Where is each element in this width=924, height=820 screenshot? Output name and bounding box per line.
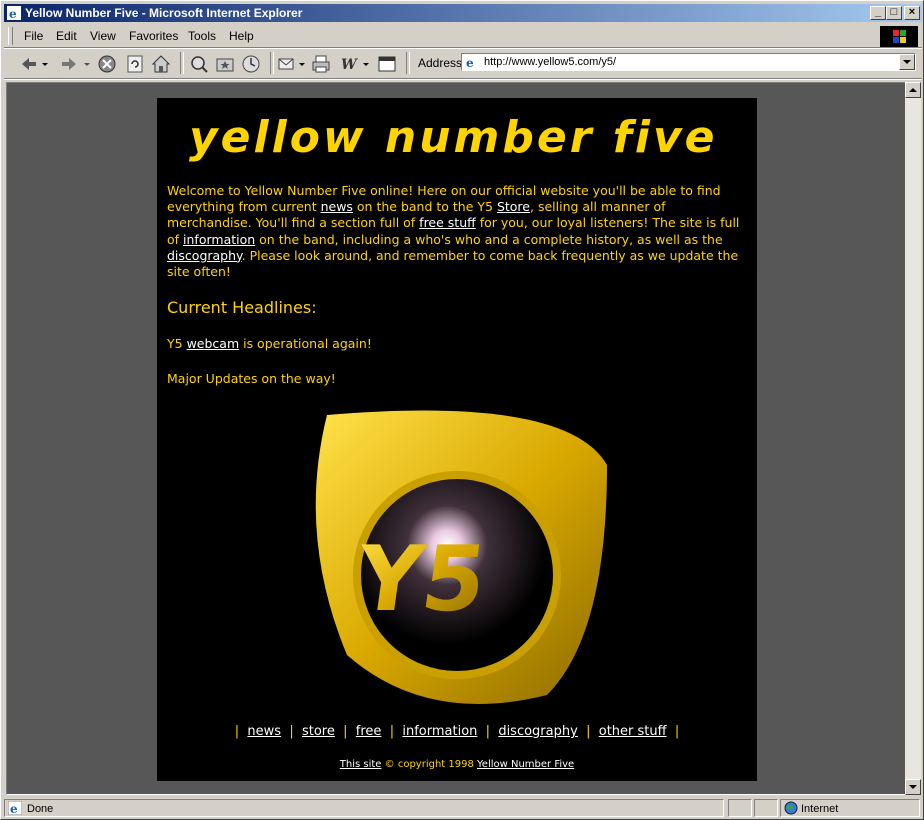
address-label: Address <box>418 56 463 70</box>
toolbar-grip[interactable] <box>8 27 13 45</box>
history-icon[interactable] <box>240 53 262 75</box>
forward-arrow-icon[interactable] <box>58 53 80 75</box>
svg-text:W: W <box>341 57 358 73</box>
information-link[interactable]: information <box>183 232 255 247</box>
page-icon: e <box>464 55 478 69</box>
print-icon[interactable] <box>310 53 332 75</box>
scroll-up-button[interactable] <box>905 82 921 98</box>
svg-text:e: e <box>466 56 474 69</box>
address-url[interactable]: http://www.yellow5.com/y5/ <box>484 54 616 70</box>
back-arrow-icon[interactable] <box>18 53 40 75</box>
content-viewport: yellow number five Welcome to Yellow Num… <box>6 82 906 795</box>
close-button[interactable]: × <box>904 6 920 20</box>
toolbar-divider <box>406 52 410 74</box>
site-header: yellow number five <box>157 98 757 174</box>
welcome-paragraph: Welcome to Yellow Number Five online! He… <box>167 183 740 280</box>
stop-icon[interactable] <box>96 53 118 75</box>
site-logo-text: yellow number five <box>189 112 718 163</box>
mail-icon[interactable] <box>276 53 298 75</box>
toolbar-divider <box>270 52 274 74</box>
address-dropdown-icon[interactable] <box>899 54 915 70</box>
menu-favorites[interactable]: Favorites <box>129 29 178 43</box>
address-bar[interactable]: e http://www.yellow5.com/y5/ <box>461 53 916 71</box>
copyright-footer: This site © copyright 1998 Yellow Number… <box>339 759 575 770</box>
store-link[interactable]: Store <box>497 199 530 214</box>
scroll-down-button[interactable] <box>905 779 921 795</box>
menu-tools[interactable]: Tools <box>188 29 216 43</box>
menu-view[interactable]: View <box>90 29 116 43</box>
title-bar: e Yellow Number Five - Microsoft Interne… <box>4 4 922 22</box>
search-icon[interactable] <box>188 53 210 75</box>
back-dropdown-icon[interactable] <box>40 53 50 75</box>
web-page: yellow number five Welcome to Yellow Num… <box>157 98 757 781</box>
svg-text:e: e <box>10 802 18 815</box>
status-bar: e Done Internet <box>4 798 922 818</box>
browser-window: e Yellow Number Five - Microsoft Interne… <box>0 0 924 820</box>
status-text: Done <box>27 803 54 815</box>
status-zone: Internet <box>801 803 839 815</box>
refresh-icon[interactable] <box>124 53 146 75</box>
headline-item: Y5 webcam is operational again! <box>167 336 372 351</box>
toolbar-divider <box>180 52 184 74</box>
discuss-icon[interactable] <box>376 53 398 75</box>
menu-edit[interactable]: Edit <box>56 29 77 43</box>
headlines-heading: Current Headlines: <box>167 298 317 317</box>
window-title: Yellow Number Five - Microsoft Internet … <box>25 6 303 20</box>
webcam-link[interactable]: webcam <box>187 336 240 351</box>
menu-bar: File Edit View Favorites Tools Help <box>4 25 922 48</box>
status-main-panel: e Done <box>4 799 724 817</box>
globe-icon <box>784 801 798 815</box>
svg-text:Y5: Y5 <box>349 527 492 631</box>
forward-dropdown-icon[interactable] <box>82 53 92 75</box>
status-zone-panel: Internet <box>780 799 920 817</box>
nav-news[interactable]: news <box>247 724 281 739</box>
favorites-icon[interactable] <box>214 53 236 75</box>
nav-discography[interactable]: discography <box>498 724 578 739</box>
band-name-link[interactable]: Yellow Number Five <box>477 759 574 770</box>
ie-icon: e <box>7 6 21 20</box>
mail-dropdown-icon[interactable] <box>298 53 306 75</box>
menu-file[interactable]: File <box>24 29 43 43</box>
discography-link[interactable]: discography <box>167 248 242 263</box>
vertical-scrollbar[interactable] <box>905 82 921 795</box>
news-link[interactable]: news <box>321 199 353 214</box>
standard-toolbar: W Address e http://www.yellow5.com/y5/ <box>4 49 922 77</box>
y5-logo-image: Y5 <box>307 405 607 705</box>
minimize-button[interactable]: _ <box>870 6 886 20</box>
menu-help[interactable]: Help <box>229 29 254 43</box>
nav-free[interactable]: free <box>356 724 382 739</box>
toolbar-separator <box>4 78 922 80</box>
edit-word-icon[interactable]: W <box>338 53 360 75</box>
nav-store[interactable]: store <box>302 724 335 739</box>
svg-text:e: e <box>9 7 17 20</box>
headline-item: Major Updates on the way! <box>167 371 336 386</box>
status-panel <box>754 799 778 817</box>
free-stuff-link[interactable]: free stuff <box>419 215 476 230</box>
nav-information[interactable]: information <box>402 724 477 739</box>
windows-logo-icon <box>880 26 918 48</box>
nav-other-stuff[interactable]: other stuff <box>599 724 667 739</box>
home-icon[interactable] <box>150 53 172 75</box>
this-site-link[interactable]: This site <box>340 759 382 770</box>
status-panel <box>728 799 752 817</box>
maximize-button[interactable]: □ <box>886 6 902 20</box>
edit-dropdown-icon[interactable] <box>362 53 370 75</box>
page-done-icon: e <box>8 801 22 815</box>
footer-nav: | news | store | free | information | di… <box>234 724 680 739</box>
